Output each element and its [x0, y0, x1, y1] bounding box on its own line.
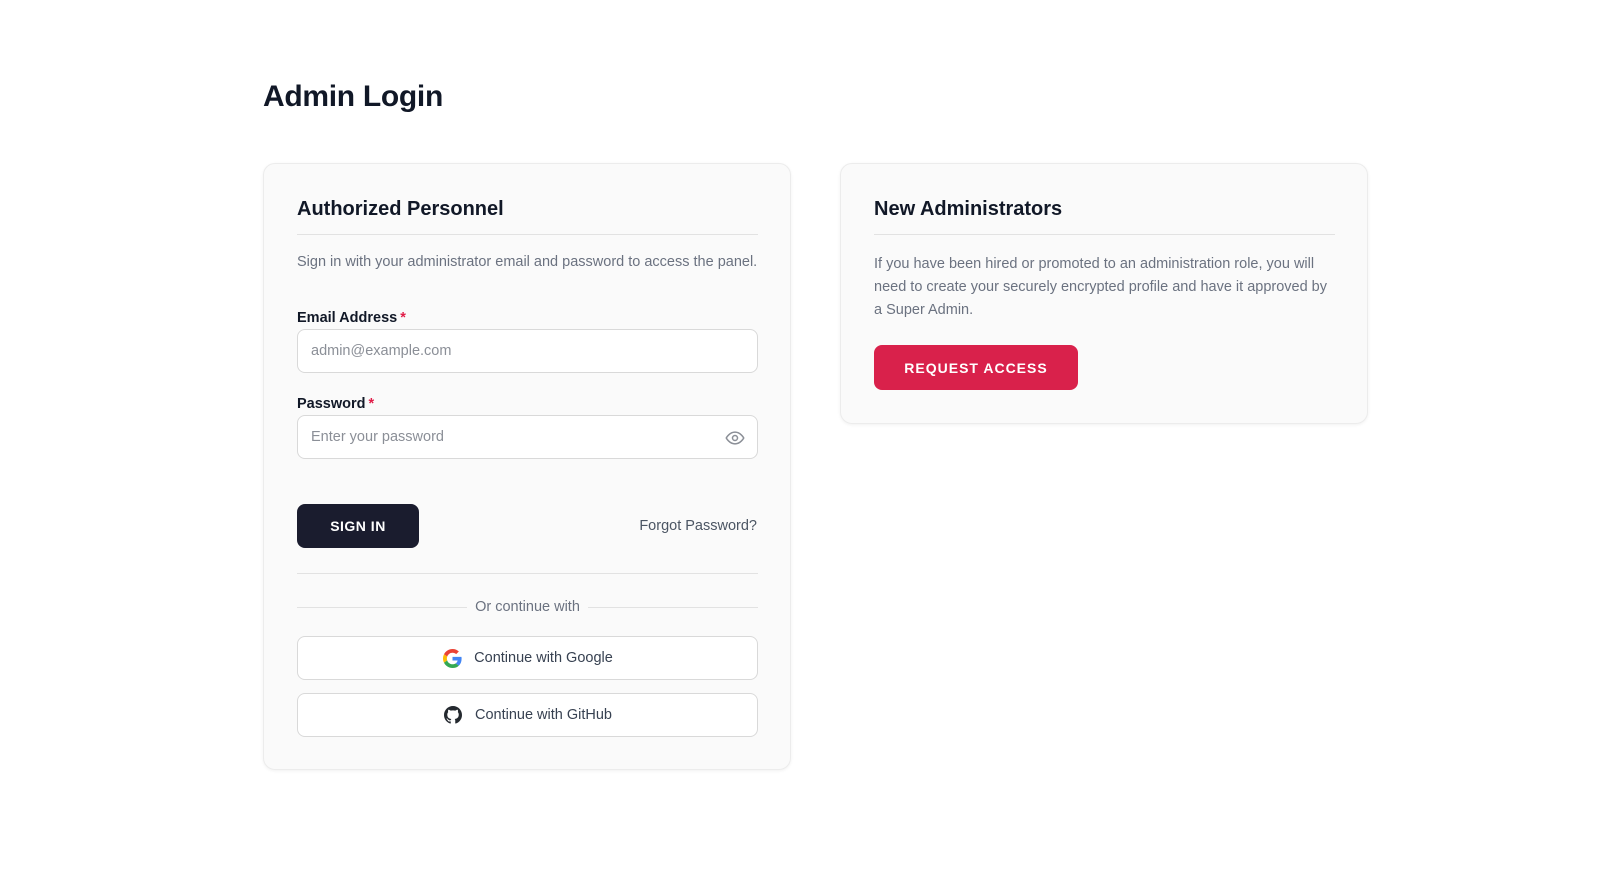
or-line-left: [297, 606, 468, 608]
password-required-mark: *: [368, 396, 375, 412]
email-label-text: Email Address: [297, 310, 398, 326]
email-field-box: [297, 329, 758, 373]
section-divider: [297, 573, 758, 574]
or-divider: Or continue with: [297, 597, 758, 617]
or-line-right: [587, 606, 758, 608]
google-button-label: Continue with Google: [474, 650, 613, 666]
github-icon: [443, 705, 463, 725]
github-login-button[interactable]: Continue with GitHub: [297, 693, 758, 737]
google-icon: [442, 648, 462, 668]
email-label: Email Address *: [297, 310, 406, 326]
login-card-divider: [297, 234, 758, 235]
login-card-description: Sign in with your administrator email an…: [297, 254, 758, 270]
new-admin-card-title: New Administrators: [874, 198, 1063, 220]
sign-in-button[interactable]: SIGN IN: [297, 504, 419, 548]
google-login-button[interactable]: Continue with Google: [297, 636, 758, 680]
login-card: Authorized Personnel Sign in with your a…: [263, 163, 791, 770]
page-title: Admin Login: [263, 80, 443, 113]
github-button-label: Continue with GitHub: [474, 707, 612, 723]
eye-icon[interactable]: [724, 427, 746, 449]
password-field-box: [297, 415, 758, 459]
or-continue-text: Or continue with: [475, 599, 580, 615]
request-access-button[interactable]: REQUEST ACCESS: [874, 345, 1078, 390]
login-card-title: Authorized Personnel: [297, 198, 504, 220]
new-admin-card-divider: [874, 234, 1335, 235]
new-admin-card-description: If you have been hired or promoted to an…: [874, 256, 1327, 318]
password-label-text: Password: [297, 396, 366, 412]
email-field[interactable]: [298, 330, 757, 372]
password-field[interactable]: [298, 416, 757, 458]
password-label: Password *: [297, 396, 374, 412]
new-admin-card: New Administrators If you have been hire…: [840, 163, 1368, 424]
email-required-mark: *: [400, 310, 406, 326]
forgot-password-link[interactable]: Forgot Password?: [639, 518, 757, 534]
